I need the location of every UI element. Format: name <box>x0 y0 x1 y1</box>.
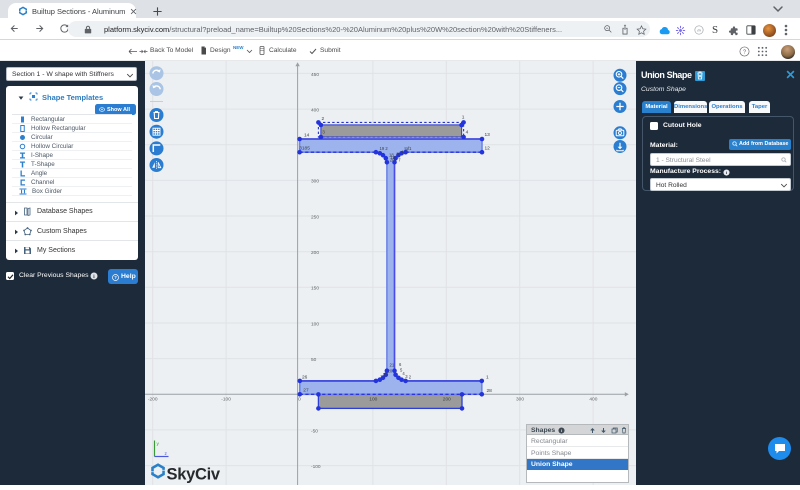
svg-text:26: 26 <box>302 374 308 380</box>
svg-text:200: 200 <box>311 250 319 256</box>
svg-text:4: 4 <box>466 130 469 136</box>
svg-text:400: 400 <box>589 397 597 403</box>
svg-text:24: 24 <box>380 374 385 379</box>
svg-text:28: 28 <box>487 388 493 394</box>
svg-text:14: 14 <box>304 132 310 138</box>
svg-text:20: 20 <box>388 369 393 374</box>
svg-text:1: 1 <box>462 114 465 120</box>
svg-text:7: 7 <box>398 158 401 163</box>
svg-text:19 2: 19 2 <box>380 146 389 151</box>
svg-text:3185: 3185 <box>299 145 310 151</box>
svg-text:13: 13 <box>485 132 491 138</box>
svg-text:-100: -100 <box>311 464 321 470</box>
svg-text:-100: -100 <box>221 397 231 403</box>
svg-text:2: 2 <box>322 116 325 122</box>
svg-text:?: ? <box>114 275 117 280</box>
svg-text:y: y <box>157 442 160 447</box>
svg-text:100: 100 <box>311 321 319 327</box>
svg-text:200: 200 <box>443 397 451 403</box>
svg-text:400: 400 <box>311 107 319 113</box>
svg-text:150: 150 <box>311 286 319 292</box>
svg-text:tgf1: tgf1 <box>405 146 413 151</box>
svg-text:300: 300 <box>311 179 319 185</box>
svg-text:100: 100 <box>369 397 377 403</box>
svg-text:?: ? <box>743 49 746 55</box>
svg-text:0: 0 <box>298 397 301 403</box>
svg-text:1: 1 <box>486 374 489 380</box>
svg-text:-200: -200 <box>148 397 158 403</box>
svg-text:50: 50 <box>311 357 317 363</box>
svg-text:2: 2 <box>409 375 412 380</box>
svg-text:12: 12 <box>485 145 491 151</box>
svg-text:-50: -50 <box>311 428 318 434</box>
svg-text:20: 20 <box>390 158 395 163</box>
svg-text:SkyCiv: SkyCiv <box>167 466 221 484</box>
svg-text:450: 450 <box>311 72 319 78</box>
svg-text:300: 300 <box>516 397 524 403</box>
svg-text:250: 250 <box>311 214 319 220</box>
svg-text:27: 27 <box>303 388 309 394</box>
svg-text:m: m <box>697 28 700 32</box>
svg-text:3: 3 <box>322 130 325 136</box>
svg-text:21: 21 <box>390 363 395 368</box>
